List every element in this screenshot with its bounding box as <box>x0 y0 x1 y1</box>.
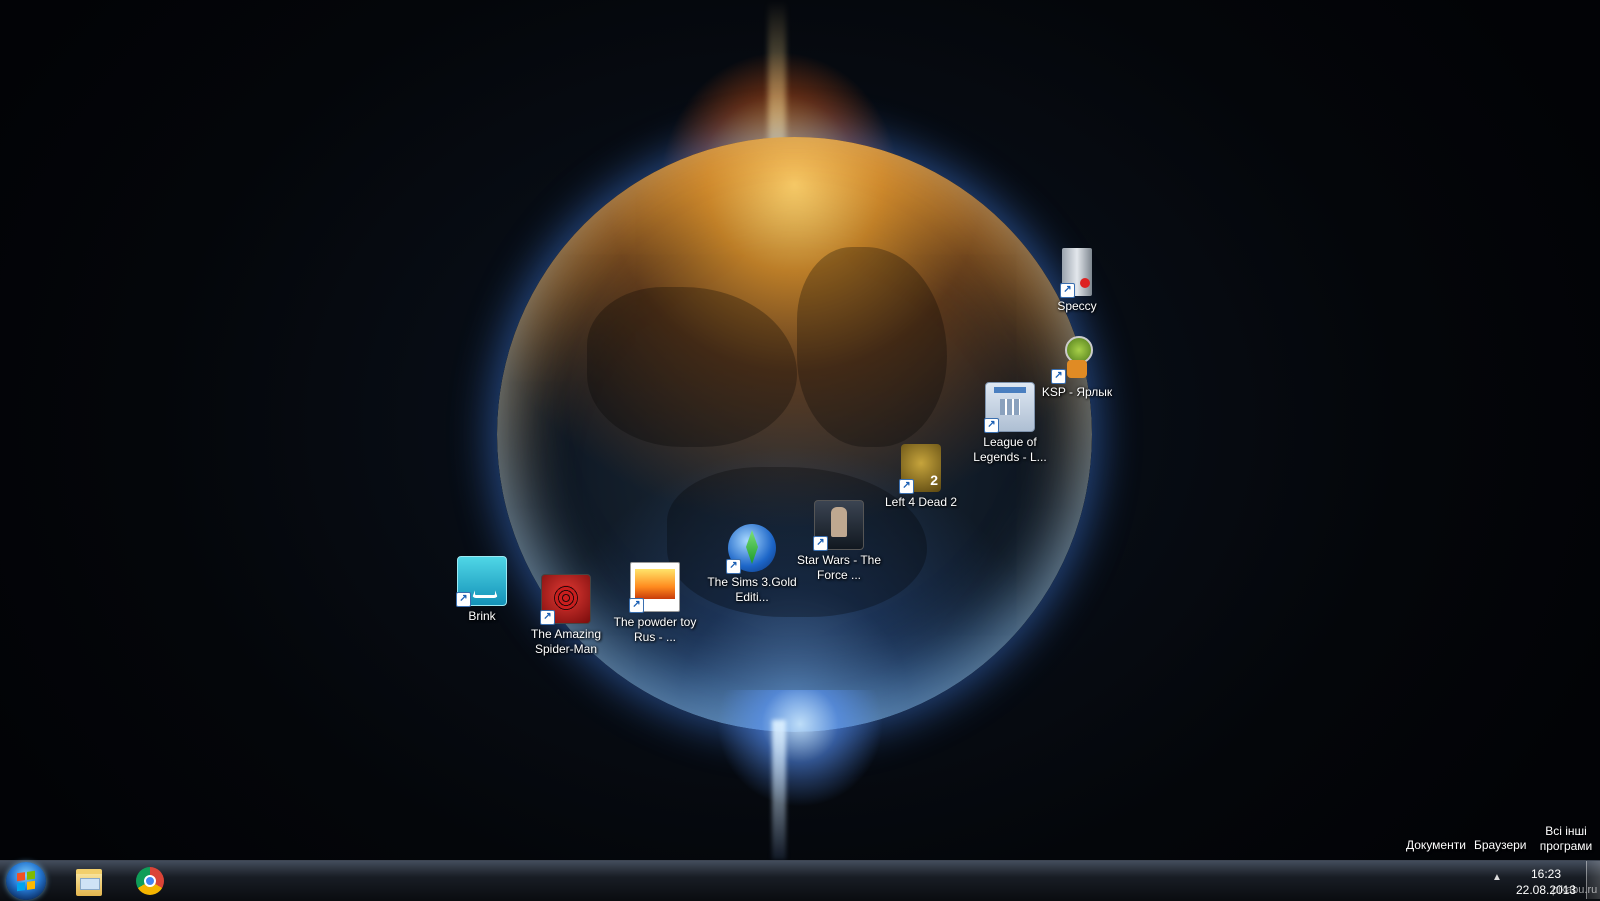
light-beam-bottom <box>772 720 786 860</box>
desktop-icon-brink[interactable]: ↗ Brink <box>434 556 530 624</box>
desktop-icon-label: The powder toy Rus - ... <box>613 615 697 644</box>
star-wars-icon: ↗ <box>813 500 864 551</box>
chevron-up-icon: ▲ <box>1492 872 1502 883</box>
taskbar <box>0 860 1600 901</box>
sims-icon: ↗ <box>726 524 776 574</box>
shortcut-arrow-icon: ↗ <box>813 536 828 551</box>
shortcut-arrow-icon: ↗ <box>456 592 471 607</box>
taskbar-google-chrome[interactable] <box>122 863 178 899</box>
shortcut-arrow-icon: ↗ <box>629 598 644 613</box>
desktop-icon-label: The Sims 3.Gold Editi... <box>707 575 797 604</box>
watermark: pikabu.ru <box>1552 884 1598 896</box>
toolbar-documents-label: Документи <box>1406 838 1466 852</box>
shortcut-arrow-icon: ↗ <box>540 610 555 625</box>
chrome-icon <box>136 867 164 895</box>
desktop-icon-powder-toy[interactable]: ↗ The powder toy Rus - ... <box>607 562 703 645</box>
brink-icon: ↗ <box>456 556 507 607</box>
toolbar-browsers[interactable]: Браузери <box>1474 838 1527 852</box>
speccy-icon: ↗ <box>1060 248 1092 298</box>
shortcut-arrow-icon: ↗ <box>984 418 999 433</box>
taskbar-windows-explorer[interactable] <box>60 863 116 899</box>
toolbar-all-programs-label: Всі інші програми <box>1539 824 1593 853</box>
desktop-icon-left-4-dead-2[interactable]: 2 ↗ Left 4 Dead 2 <box>873 444 969 510</box>
ksp-icon: ↗ <box>1051 334 1101 384</box>
shortcut-arrow-icon: ↗ <box>899 479 914 494</box>
desktop-icon-label: Star Wars - The Force ... <box>796 553 882 582</box>
shortcut-arrow-icon: ↗ <box>1060 283 1075 298</box>
toolbar-documents[interactable]: Документи <box>1406 838 1466 852</box>
clock-time: 16:23 <box>1530 867 1562 881</box>
desktop-icon-spider-man[interactable]: ↗ The Amazing Spider-Man <box>518 574 614 657</box>
desktop-icon-label: League of Legends - L... <box>973 435 1047 464</box>
show-hidden-icons-button[interactable]: ▲ <box>1492 872 1502 883</box>
spider-man-icon: ↗ <box>540 574 591 625</box>
planet-continent <box>797 247 947 447</box>
planet-continent <box>587 287 797 447</box>
desktop-wallpaper <box>0 0 1600 860</box>
desktop-icon-label: The Amazing Spider-Man <box>530 627 602 656</box>
desktop-icon-label: Brink <box>468 609 496 623</box>
desktop-icon-label: Speccy <box>1057 299 1097 313</box>
left-4-dead-2-icon: 2 ↗ <box>899 444 941 494</box>
desktop-icon-label: Left 4 Dead 2 <box>884 495 958 509</box>
toolbar-all-programs[interactable]: Всі інші програми <box>1536 824 1596 854</box>
desktop-icon-league-of-legends[interactable]: ↗ League of Legends - L... <box>962 382 1058 465</box>
shortcut-arrow-icon: ↗ <box>726 559 741 574</box>
desktop-icon-star-wars[interactable]: ↗ Star Wars - The Force ... <box>791 500 887 583</box>
desktop-icon-speccy[interactable]: ↗ Speccy <box>1029 248 1125 314</box>
folder-icon <box>76 869 102 896</box>
planet-bottom-glow <box>640 690 960 860</box>
league-of-legends-icon: ↗ <box>984 382 1035 433</box>
powder-toy-icon: ↗ <box>629 562 680 613</box>
toolbar-browsers-label: Браузери <box>1474 838 1527 852</box>
desktop-icon-sims-3[interactable]: ↗ The Sims 3.Gold Editi... <box>704 524 800 605</box>
start-button[interactable] <box>6 862 46 900</box>
windows-logo-icon <box>17 870 35 892</box>
